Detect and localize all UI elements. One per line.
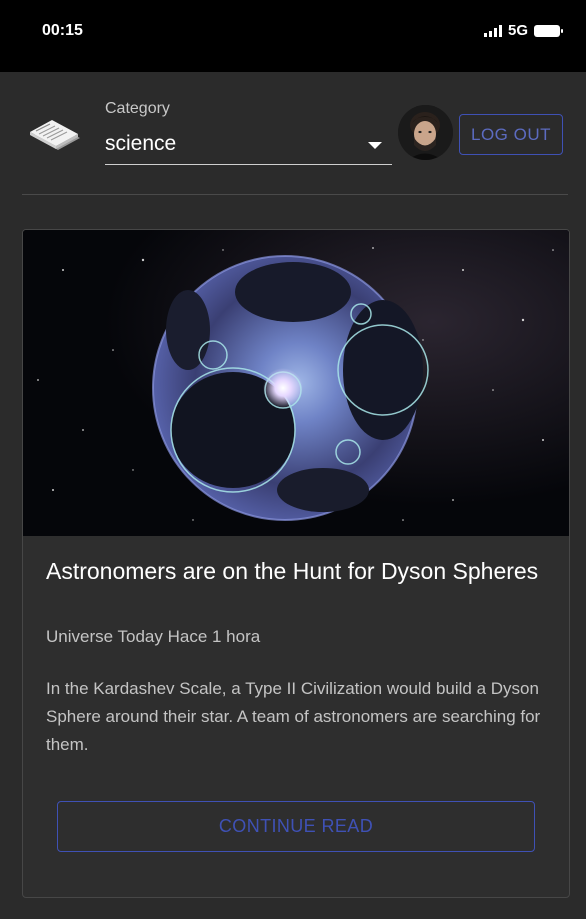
status-bar: 00:15 5G xyxy=(0,0,586,72)
newspaper-icon xyxy=(28,116,82,152)
avatar[interactable] xyxy=(398,105,453,160)
app-header: Category science LOG OUT xyxy=(0,72,586,194)
continue-read-button[interactable]: CONTINUE READ xyxy=(57,801,535,852)
article-card: Astronomers are on the Hunt for Dyson Sp… xyxy=(22,229,570,898)
article-image xyxy=(23,230,569,536)
logout-button[interactable]: LOG OUT xyxy=(459,114,563,155)
category-select[interactable]: science xyxy=(105,126,392,165)
status-time: 00:15 xyxy=(42,22,83,39)
article-title: Astronomers are on the Hunt for Dyson Sp… xyxy=(46,558,539,584)
category-value: science xyxy=(105,132,177,155)
chevron-down-icon xyxy=(368,142,382,149)
header-divider xyxy=(22,194,568,195)
category-label: Category xyxy=(105,100,170,117)
article-meta: Universe Today Hace 1 hora xyxy=(46,627,261,646)
signal-icon xyxy=(483,24,502,37)
status-icons: 5G xyxy=(483,22,563,39)
article-description: In the Kardashev Scale, a Type II Civili… xyxy=(46,679,541,754)
network-type: 5G xyxy=(507,22,528,39)
battery-icon xyxy=(534,24,563,37)
